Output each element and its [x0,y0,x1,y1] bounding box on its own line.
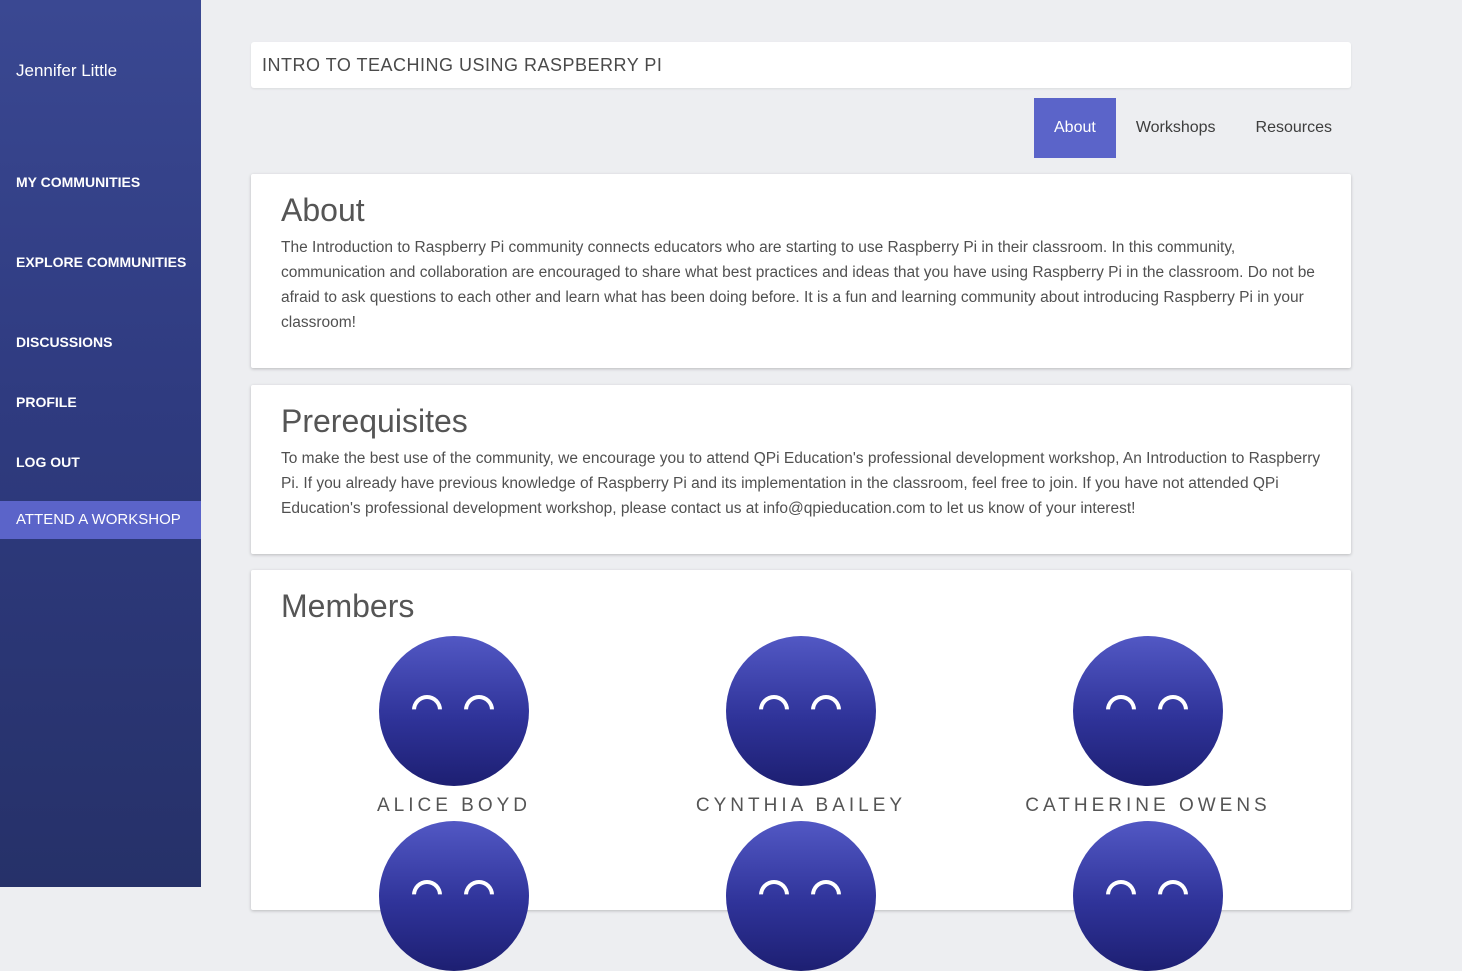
member-card[interactable] [651,821,951,971]
member-card[interactable]: ALICE BOYD [304,636,604,817]
member-card[interactable] [304,821,604,971]
eye-icon [412,880,442,895]
eye-icon [811,880,841,895]
eye-icon [1106,880,1136,895]
member-name: CATHERINE OWENS [1025,795,1271,816]
about-heading: About [281,192,365,228]
page-title: INTRO TO TEACHING USING RASPBERRY PI [251,42,1351,88]
avatar[interactable] [1073,636,1223,786]
members-card: Members ALICE BOYD CYNTHIA BAILEY CATHER… [251,570,1351,971]
eye-icon [811,695,841,710]
avatar[interactable] [1073,821,1223,971]
prerequisites-heading: Prerequisites [281,403,468,439]
eye-icon [1106,695,1136,710]
member-card[interactable]: CATHERINE OWENS [998,636,1298,817]
member-name: ALICE BOYD [376,795,532,816]
tab-about[interactable]: About [1034,98,1116,158]
avatar[interactable] [379,636,529,786]
about-text: The Introduction to Raspberry Pi communi… [281,239,1315,331]
member-name: CYNTHIA BAILEY [695,795,907,816]
eye-icon [412,695,442,710]
eye-icon [464,880,494,895]
sidebar-item-explore-communities[interactable]: EXPLORE COMMUNITIES [0,252,201,272]
prerequisites-card: Prerequisites To make the best use of th… [251,385,1351,554]
tab-workshops[interactable]: Workshops [1116,98,1236,158]
members-heading: Members [281,588,415,624]
user-name[interactable]: Jennifer Little [16,61,117,81]
eye-icon [1158,695,1188,710]
sidebar-item-discussions[interactable]: DISCUSSIONS [0,332,201,352]
member-card[interactable]: CYNTHIA BAILEY [651,636,951,817]
avatar[interactable] [726,636,876,786]
eye-icon [464,695,494,710]
sidebar-item-profile[interactable]: PROFILE [0,392,201,412]
eye-icon [759,880,789,895]
eye-icon [759,695,789,710]
tab-bar: About Workshops Resources [1034,98,1352,158]
about-card: About The Introduction to Raspberry Pi c… [251,174,1351,368]
sidebar-item-my-communities[interactable]: MY COMMUNITIES [0,172,201,192]
sidebar-item-attend-workshop[interactable]: ATTEND A WORKSHOP [0,501,201,539]
avatar[interactable] [726,821,876,971]
prerequisites-text: To make the best use of the community, w… [281,450,1321,517]
sidebar: Jennifer Little MY COMMUNITIES EXPLORE C… [0,0,201,887]
member-card[interactable] [998,821,1298,971]
avatar[interactable] [379,821,529,971]
tab-resources[interactable]: Resources [1236,98,1352,158]
eye-icon [1158,880,1188,895]
sidebar-item-log-out[interactable]: LOG OUT [0,452,201,472]
